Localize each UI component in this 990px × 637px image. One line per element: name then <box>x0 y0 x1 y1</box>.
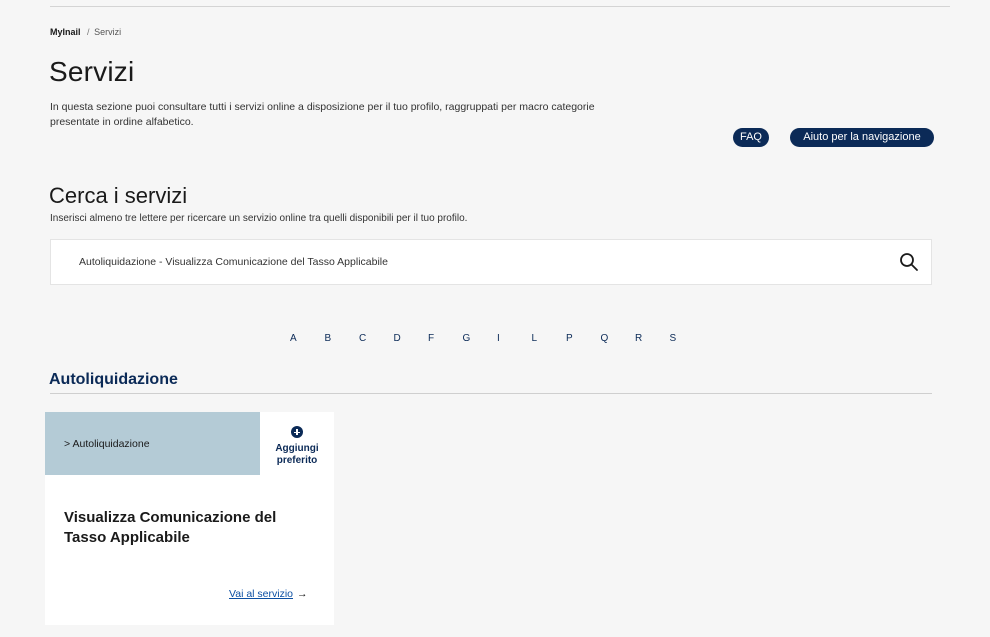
search-box <box>50 239 932 285</box>
add-favorite-label-line1: Aggiungi <box>275 443 319 454</box>
go-to-service-label[interactable]: Vai al servizio <box>229 588 293 600</box>
alphabet-letter-b[interactable]: B <box>325 333 360 344</box>
alphabet-letter-d[interactable]: D <box>394 333 429 344</box>
breadcrumb-separator: / <box>87 27 90 37</box>
help-navigation-button[interactable]: Aiuto per la navigazione <box>790 128 934 147</box>
alphabet-letter-c[interactable]: C <box>359 333 394 344</box>
alphabet-letter-s[interactable]: S <box>670 333 705 344</box>
plus-circle-icon <box>291 426 303 438</box>
breadcrumb-current: Servizi <box>94 27 122 37</box>
alphabet-letter-p[interactable]: P <box>566 333 601 344</box>
alphabet-letter-i[interactable]: I <box>497 333 532 344</box>
alphabet-letter-f[interactable]: F <box>428 333 463 344</box>
alphabet-filter: A B C D F G I L P Q R S <box>290 333 704 344</box>
card-header: > Autoliquidazione <box>45 412 260 475</box>
card-title: Visualizza Comunicazione del Tasso Appli… <box>64 509 277 546</box>
section-divider <box>50 393 932 394</box>
search-hint: Inserisci almeno tre lettere per ricerca… <box>50 213 468 224</box>
page-intro: In questa sezione puoi consultare tutti … <box>50 101 595 128</box>
alphabet-letter-g[interactable]: G <box>463 333 498 344</box>
go-to-service-link[interactable]: Vai al servizio → <box>229 588 308 600</box>
service-card: > Autoliquidazione Aggiungi preferito Vi… <box>45 412 334 625</box>
alphabet-letter-l[interactable]: L <box>532 333 567 344</box>
section-title: Autoliquidazione <box>49 371 178 388</box>
add-favorite-label-line2: preferito <box>276 455 318 466</box>
page: MyInail / Servizi Servizi In questa sezi… <box>18 0 950 637</box>
search-icon[interactable] <box>899 252 919 272</box>
arrow-right-icon: → <box>297 588 308 600</box>
search-input[interactable] <box>69 252 889 272</box>
card-category: > Autoliquidazione <box>64 438 150 450</box>
add-favorite-button[interactable]: Aggiungi preferito <box>260 412 334 475</box>
page-title: Servizi <box>49 56 135 87</box>
breadcrumb: MyInail / Servizi <box>50 27 121 37</box>
faq-button[interactable]: FAQ <box>733 128 769 147</box>
alphabet-letter-a[interactable]: A <box>290 333 325 344</box>
alphabet-letter-q[interactable]: Q <box>601 333 636 344</box>
add-favorite-label: Aggiungi preferito <box>260 443 334 467</box>
alphabet-letter-r[interactable]: R <box>635 333 670 344</box>
search-title: Cerca i servizi <box>49 183 188 208</box>
breadcrumb-home[interactable]: MyInail <box>50 27 81 37</box>
top-divider <box>50 6 950 7</box>
